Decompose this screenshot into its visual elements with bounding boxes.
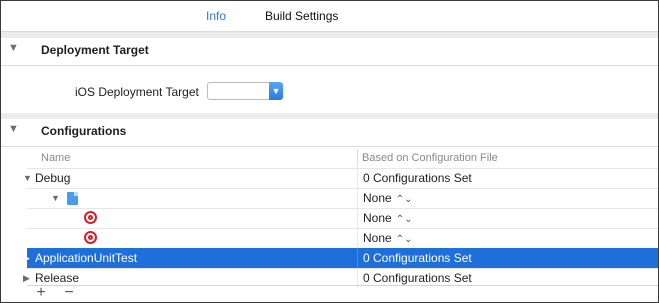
config-row-target[interactable]: None ⌃⌄ — [27, 228, 658, 248]
config-name: ApplicationUnitTest — [35, 251, 138, 265]
config-name: Debug — [35, 171, 71, 185]
config-file-value: None — [363, 231, 392, 245]
deployment-target-value[interactable] — [207, 82, 270, 100]
config-file-value: None — [363, 191, 392, 205]
tab-info[interactable]: Info — [206, 9, 226, 23]
config-base: 0 Configurations Set — [363, 251, 472, 265]
stepper-icon[interactable]: ⌃⌄ — [396, 194, 413, 205]
disclosure-closed-icon[interactable]: ▶ — [23, 249, 30, 268]
disclosure-open-icon[interactable]: ▼ — [23, 169, 32, 188]
configurations-header[interactable]: ▼ Configurations — [1, 119, 658, 145]
deployment-target-title: Deployment Target — [41, 43, 149, 57]
column-header-name[interactable]: Name — [41, 149, 70, 167]
tab-build-settings[interactable]: Build Settings — [265, 9, 338, 23]
config-file-select[interactable]: None ⌃⌄ — [363, 189, 412, 209]
chevron-down-icon[interactable]: ▼ — [269, 82, 283, 100]
target-icon — [84, 211, 97, 224]
config-row-project[interactable]: ▼ None ⌃⌄ — [27, 188, 658, 208]
config-row-applicationunittest[interactable]: ▶ ApplicationUnitTest 0 Configurations S… — [23, 248, 658, 268]
config-base: 0 Configurations Set — [363, 171, 472, 185]
disclosure-open-icon[interactable]: ▼ — [8, 42, 19, 54]
add-configuration-button[interactable]: + — [33, 285, 49, 302]
stepper-icon[interactable]: ⌃⌄ — [396, 214, 413, 225]
target-icon — [84, 231, 97, 244]
config-file-select[interactable]: None ⌃⌄ — [363, 209, 412, 229]
window: Info Build Settings ▼ Deployment Target … — [0, 0, 659, 303]
separator — [1, 146, 658, 147]
project-file-icon — [67, 192, 78, 205]
configurations-title: Configurations — [41, 124, 127, 138]
config-row-debug[interactable]: ▼ Debug 0 Configurations Set — [23, 168, 658, 188]
disclosure-open-icon[interactable]: ▼ — [8, 123, 19, 135]
column-header-based-on[interactable]: Based on Configuration File — [362, 149, 498, 167]
ios-deployment-target-select[interactable]: ▼ — [207, 82, 283, 100]
config-file-value: None — [363, 211, 392, 225]
deployment-target-header[interactable]: ▼ Deployment Target — [1, 38, 658, 64]
separator — [1, 65, 658, 66]
remove-configuration-button[interactable]: − — [61, 285, 77, 302]
column-divider[interactable] — [357, 149, 358, 167]
ios-deployment-target-label: iOS Deployment Target — [75, 85, 199, 99]
stepper-icon[interactable]: ⌃⌄ — [396, 234, 413, 245]
config-row-target[interactable]: None ⌃⌄ — [27, 208, 658, 228]
table-footer: + − — [27, 285, 658, 302]
tab-bar: Info Build Settings — [1, 1, 658, 32]
disclosure-open-icon[interactable]: ▼ — [51, 189, 60, 208]
config-file-select[interactable]: None ⌃⌄ — [363, 229, 412, 249]
